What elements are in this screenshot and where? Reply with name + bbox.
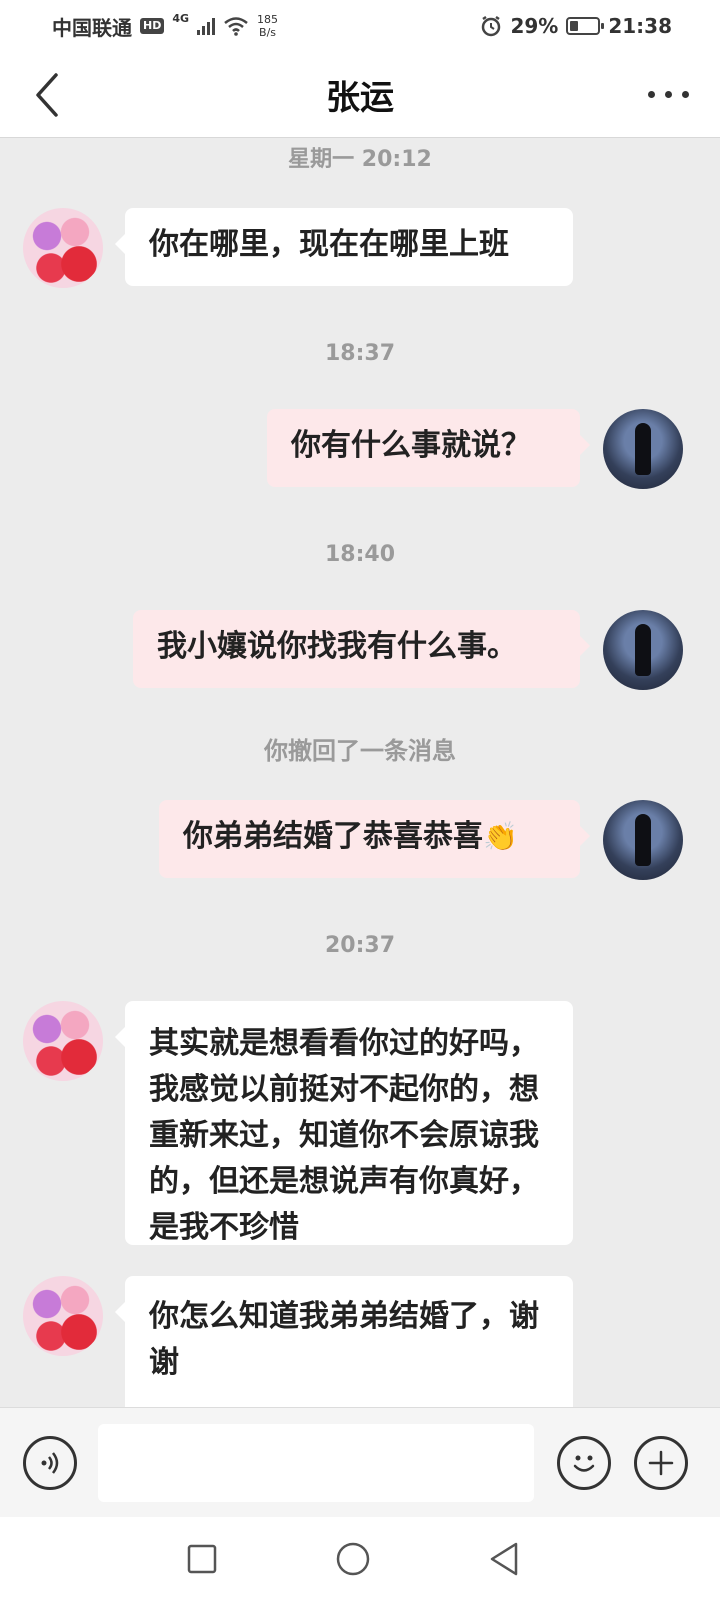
hd-badge: HD [140,18,165,34]
network-type: 4G [172,11,190,25]
page-title: 张运 [326,78,394,118]
clapping-hands-icon: 👏 [483,820,518,853]
system-nav-bar [0,1517,720,1600]
battery-fill [570,21,578,31]
alarm-icon [480,15,502,37]
network-speed: 185 B/s [257,13,278,39]
my-avatar[interactable] [603,409,683,489]
nav-bar: 张运 [0,52,720,138]
message-text: 你在哪里，现在在哪里上班 [149,227,509,262]
message-bubble[interactable]: 你弟弟结婚了恭喜恭喜👏 [159,800,590,878]
message-input[interactable] [98,1424,534,1502]
wifi-icon [223,16,249,36]
speed-unit: B/s [259,26,277,39]
recent-apps-button[interactable] [180,1537,224,1581]
recall-notice: 你撤回了一条消息 [264,737,456,765]
chevron-left-icon [36,73,58,117]
time-stamp: 18:37 [324,341,396,366]
status-left: 中国联通 HD 4G 185 B/s [52,12,278,41]
triangle-back-icon [490,1542,518,1576]
emoji-button[interactable] [557,1436,611,1490]
battery-percent: 29% [510,14,559,38]
message-bubble[interactable]: 你有什么事就说？ [267,409,590,487]
message-text: 其实就是想看看你过的好吗，我感觉以前挺对不起你的，想重新来过，知道你不会原谅我的… [149,1026,539,1245]
my-avatar[interactable] [603,610,683,690]
circle-icon [336,1542,370,1576]
voice-button[interactable] [23,1436,77,1490]
battery-icon [566,17,605,35]
voice-icon [41,1452,59,1474]
time-stamp: 18:40 [324,542,396,567]
chat-area[interactable]: 星期一 20:12 你在哪里，现在在哪里上班 18:37 你有什么事就说？ 18… [0,139,720,1407]
message-text: 我小孃说你找我有什么事。 [157,629,517,664]
time-stamp: 星期一 20:12 [288,147,432,172]
add-button[interactable] [634,1436,688,1490]
back-nav-button[interactable] [482,1537,526,1581]
square-icon [187,1544,217,1574]
message-text: 你弟弟结婚了恭喜恭喜 [183,819,483,854]
smiley-icon [573,1455,595,1472]
more-dots-icon [647,90,655,98]
message-bubble[interactable]: 你在哪里，现在在哪里上班 [115,208,573,286]
contact-avatar[interactable] [23,1001,103,1081]
home-button[interactable] [331,1537,375,1581]
message-text: 你有什么事就说？ [291,428,531,463]
status-bar: 中国联通 HD 4G 185 B/s 29% 21:38 [0,0,720,52]
carrier-name: 中国联通 [52,15,132,40]
status-right: 29% 21:38 [480,14,672,38]
message-bubble[interactable]: 我小孃说你找我有什么事。 [133,610,590,688]
my-avatar[interactable] [603,800,683,880]
clock: 21:38 [608,14,672,38]
signal-icon [197,17,216,35]
time-stamp: 20:37 [324,933,396,958]
speed-value: 185 [257,13,279,26]
more-button[interactable] [638,74,698,114]
contact-avatar[interactable] [23,208,103,288]
plus-icon [648,1450,674,1476]
message-bubble[interactable]: 你怎么知道我弟弟结婚了，谢谢 [115,1276,573,1407]
message-bubble[interactable]: 其实就是想看看你过的好吗，我感觉以前挺对不起你的，想重新来过，知道你不会原谅我的… [115,1001,573,1245]
contact-avatar[interactable] [23,1276,103,1356]
back-button[interactable] [22,70,72,120]
message-text: 你怎么知道我弟弟结婚了，谢谢 [149,1299,539,1380]
input-bar [0,1407,720,1517]
